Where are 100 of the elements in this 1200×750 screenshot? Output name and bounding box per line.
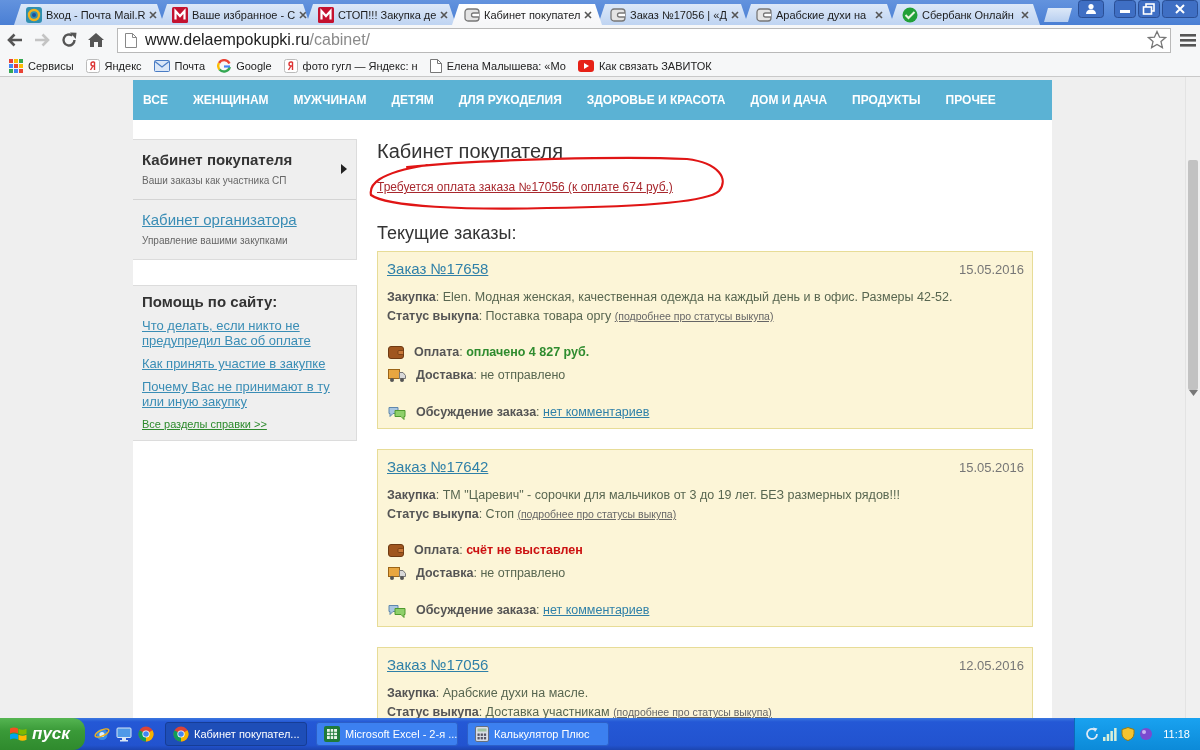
bookmark-item[interactable]: Елена Малышева: «Мо	[424, 55, 571, 76]
bookmark-item[interactable]: фото гугл — Яндекс: н	[278, 55, 423, 76]
speech-bubbles-icon	[388, 602, 406, 618]
order-date: 12.05.2016	[958, 658, 1024, 673]
bookmark-item[interactable]: Сервисы	[4, 55, 79, 76]
apps-grid-icon	[9, 58, 23, 73]
address-field[interactable]: www.delaempokupki.ru/cabinet/	[117, 27, 1171, 53]
signal-bars-icon[interactable]	[1103, 727, 1118, 741]
browser-tab[interactable]: Сбербанк Онлайн	[890, 4, 1040, 25]
taskbar-window-button[interactable]: Microsoft Excel - 2-я ...	[316, 722, 458, 746]
status-help-link[interactable]: (подробнее про статусы выкупа)	[613, 706, 772, 718]
maximize-icon[interactable]	[1138, 0, 1160, 18]
bookmark-item[interactable]: Как связать ЗАВИТОК	[572, 55, 717, 76]
tile-logo-icon	[318, 6, 334, 23]
cabinet-description: Управление вашими закупками	[142, 234, 289, 247]
close-icon[interactable]	[1021, 10, 1029, 19]
user-icon[interactable]	[1078, 0, 1104, 18]
page-icon	[125, 32, 137, 48]
tile-logo-icon	[172, 6, 188, 23]
ring-logo-icon	[217, 58, 232, 73]
browser-tab[interactable]: Кабинет покупател	[452, 4, 602, 25]
back-icon[interactable]	[6, 31, 24, 49]
cabinet-link[interactable]: Кабинет организатора	[142, 211, 297, 229]
menu-icon[interactable]	[1180, 33, 1196, 47]
cabinet-description: Ваши заказы как участника СП	[142, 174, 288, 187]
browser-tab[interactable]: СТОП!!! Закупка де	[306, 4, 456, 25]
category-link[interactable]: ПРОДУКТЫ	[852, 93, 921, 107]
delivery-status: Доставка: не отправлено	[416, 564, 566, 582]
order-link[interactable]: Заказ №17056	[387, 655, 489, 675]
category-link[interactable]: ДЛЯ РУКОДЕЛИЯ	[458, 93, 562, 107]
category-link[interactable]: ДЕТЯМ	[391, 93, 434, 107]
spreadsheet-icon	[324, 726, 340, 742]
new-tab-button[interactable]	[1044, 8, 1072, 22]
sync-icon[interactable]	[1085, 727, 1100, 741]
comments-link[interactable]: нет комментариев	[543, 404, 650, 419]
category-link[interactable]: ДОМ И ДАЧА	[750, 93, 828, 107]
wallet-icon	[388, 345, 404, 359]
purchase-status: Статус выкупа: Стоп (подробнее про статусы выкупа)	[387, 506, 678, 523]
reload-icon[interactable]	[60, 31, 78, 49]
status-help-link[interactable]: (подробнее про статусы выкупа)	[614, 310, 774, 322]
purchase-info: Закупка: ТМ "Царевич" - сорочки для мальчиков от 3 до 19 лет. БЕЗ размерных рядов!!!	[387, 487, 901, 504]
page-title: Кабинет покупателя	[377, 139, 564, 163]
bookmark-item[interactable]: Яндекс	[80, 55, 147, 76]
category-link[interactable]: ПРОЧЕЕ	[945, 93, 996, 107]
circle-logo-icon[interactable]	[138, 726, 154, 742]
close-icon[interactable]	[584, 10, 593, 19]
start-button[interactable]: пуск	[0, 718, 85, 750]
bookmark-item[interactable]: Почта	[148, 55, 211, 76]
category-link[interactable]: ЖЕНЩИНАМ	[192, 93, 269, 107]
comments-link[interactable]: нет комментариев	[543, 602, 650, 617]
browser-tab[interactable]: Арабские духи на	[744, 4, 894, 25]
star-icon[interactable]	[1147, 30, 1167, 50]
close-icon[interactable]	[730, 10, 739, 19]
speech-bubbles-icon	[388, 404, 406, 420]
close-icon[interactable]	[149, 10, 158, 19]
monitor-icon[interactable]	[116, 726, 132, 742]
payment-notice-link[interactable]: Требуется оплата заказа №17056 (к оплате 674 руб.)	[377, 179, 673, 195]
purchase-info: Закупка: Арабские духи на масле.	[387, 685, 590, 702]
order-discussion: Обсуждение заказа: нет комментариев	[416, 403, 650, 421]
wallet-logo-icon	[464, 6, 480, 23]
browser-tab[interactable]: Ваше избранное - С	[160, 4, 310, 25]
browser-tab[interactable]: Заказ №17056 | «Д	[598, 4, 748, 25]
clock: 11:18	[1163, 728, 1190, 740]
close-icon[interactable]	[1162, 0, 1198, 18]
category-link[interactable]: МУЖЧИНАМ	[293, 93, 367, 107]
play-logo-icon	[577, 59, 594, 72]
flag-logo-icon	[9, 726, 27, 742]
cabinet-link[interactable]: Кабинет покупателя	[142, 151, 293, 169]
category-link[interactable]: ЗДОРОВЬЕ И КРАСОТА	[586, 93, 726, 107]
payment-status: Оплата: счёт не выставлен	[414, 541, 583, 559]
close-icon[interactable]	[875, 10, 883, 19]
order-date: 15.05.2016	[958, 460, 1024, 475]
help-link[interactable]: Почему Вас не принимают в ту или иную закупку	[142, 379, 342, 409]
scrollbar-thumb[interactable]	[1188, 160, 1198, 390]
orbit-logo-icon[interactable]	[94, 726, 110, 742]
category-link[interactable]: ВСЕ	[143, 93, 168, 107]
close-icon[interactable]	[440, 10, 449, 19]
purchase-info: Закупка: Elen. Модная женская, качественная одежда на каждый день и в офис. Размеры 42-52.	[387, 289, 954, 306]
page-logo-icon	[283, 58, 298, 73]
orb-icon[interactable]	[1139, 727, 1154, 741]
help-link[interactable]: Как принять участие в закупке	[142, 356, 326, 371]
page-logo-icon	[85, 58, 100, 73]
home-icon[interactable]	[87, 31, 105, 49]
taskbar-window-button[interactable]: Калькулятор Плюс	[467, 722, 609, 746]
help-title: Помощь по сайту:	[142, 293, 278, 311]
bookmark-item[interactable]: Google	[212, 55, 277, 76]
help-link[interactable]: Что делать, если никто не предупредил Вас об оплате	[142, 318, 342, 348]
status-help-link[interactable]: (подробнее про статусы выкупа)	[517, 508, 677, 520]
wallet-icon	[388, 543, 404, 557]
circle-logo-icon	[173, 726, 189, 742]
order-link[interactable]: Заказ №17642	[387, 457, 489, 477]
browser-tab[interactable]: Вход - Почта Mail.R	[14, 4, 164, 25]
all-help-link[interactable]: Все разделы справки >>	[142, 418, 267, 431]
minimize-icon[interactable]	[1114, 0, 1136, 18]
close-icon[interactable]	[299, 10, 308, 19]
scrollbar[interactable]	[1185, 77, 1200, 718]
taskbar-window-button[interactable]: Кабинет покупател...	[165, 722, 307, 746]
ring-logo-icon	[26, 6, 42, 23]
order-link[interactable]: Заказ №17658	[387, 259, 489, 279]
calculator-icon	[475, 726, 489, 742]
